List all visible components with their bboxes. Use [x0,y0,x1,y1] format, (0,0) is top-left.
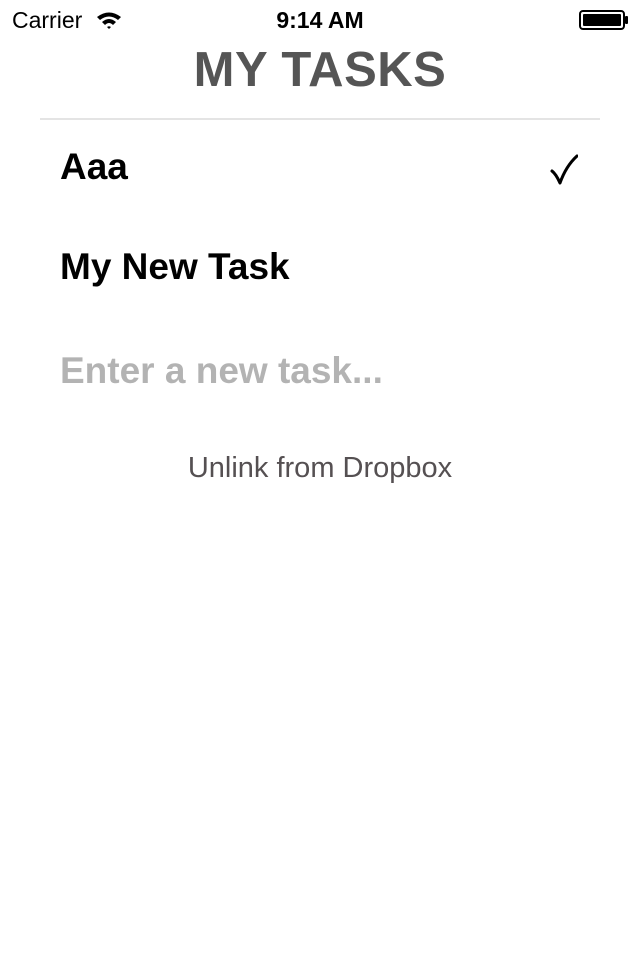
new-task-input[interactable] [60,346,580,396]
checkmark-icon [550,154,578,185]
status-time: 9:14 AM [276,7,364,33]
battery-icon [579,10,628,30]
task-label: My New Task [60,246,290,287]
status-bar: Carrier 9:14 AM [0,0,640,40]
page-title: MY TASKS [193,43,447,97]
unlink-dropbox-button[interactable]: Unlink from Dropbox [0,452,640,485]
task-item[interactable]: Aaa [40,120,600,220]
task-item[interactable]: My New Task [40,220,600,320]
task-label: Aaa [60,146,128,187]
